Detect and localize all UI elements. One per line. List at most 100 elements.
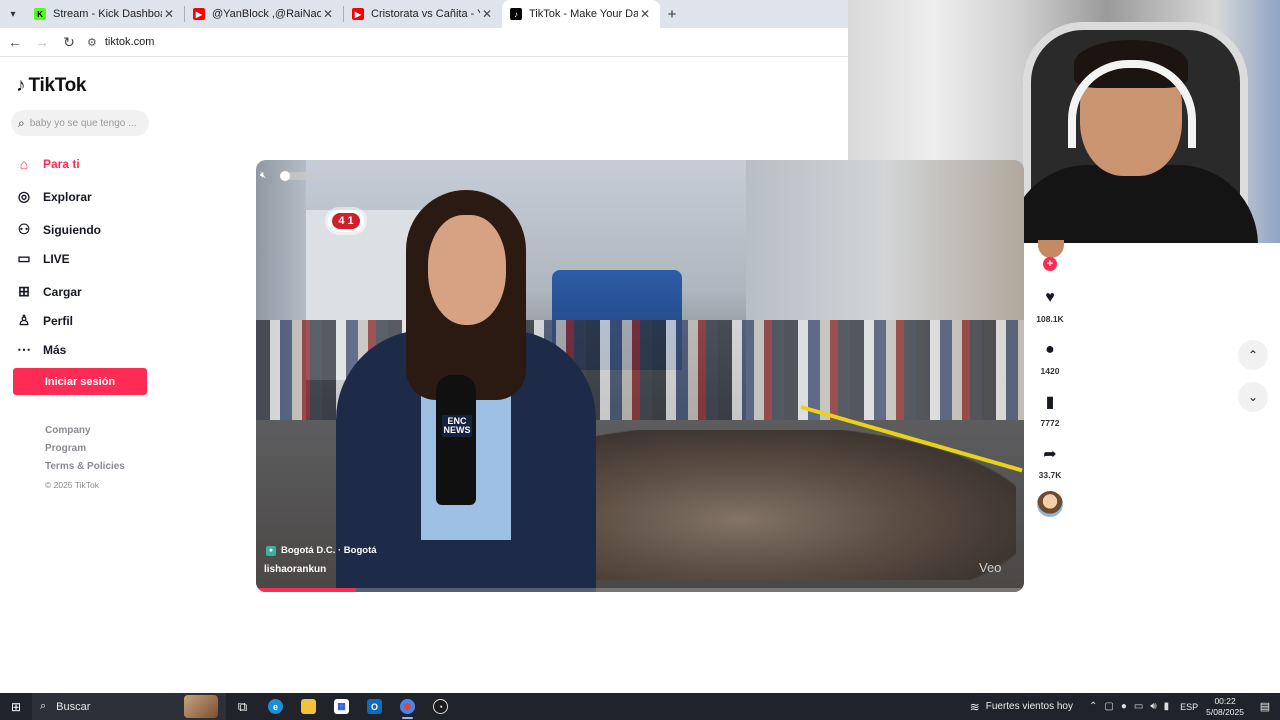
- taskbar-clock[interactable]: 00:22 5/08/2025: [1206, 696, 1244, 718]
- windows-taskbar: ⊞ ⌕ Buscar ⧉ e ▦ O ◔ ≋ Fuertes vientos h…: [0, 693, 1280, 720]
- chevron-up-icon[interactable]: ⌃: [1238, 340, 1268, 370]
- store-icon[interactable]: ▦: [325, 693, 358, 720]
- search-icon: ⌕: [40, 700, 47, 712]
- notification-icon[interactable]: ▤: [1254, 700, 1276, 713]
- share-count: 33.7K: [1038, 470, 1062, 480]
- forward-arrow-icon[interactable]: →: [30, 30, 54, 54]
- search-highlight-image: [184, 695, 218, 718]
- sidebar-item-explorar[interactable]: ◎ Explorar: [16, 181, 101, 212]
- search-input[interactable]: ⌕ baby yo se que tengo ...: [11, 110, 149, 136]
- tiktok-favicon-icon: ♪: [510, 8, 522, 20]
- volume-slider[interactable]: [280, 170, 316, 181]
- following-icon: ⚇: [17, 221, 31, 237]
- address-bar[interactable]: ⚙ tiktok.com: [87, 31, 840, 53]
- channel-logo: 4 1: [328, 210, 364, 232]
- task-view-icon[interactable]: ⧉: [226, 693, 259, 720]
- clock-time: 00:22: [1214, 695, 1236, 706]
- like-count: 108.1K: [1036, 314, 1064, 324]
- search-icon: ⌕: [18, 115, 25, 130]
- footer-links: Company Program Terms & Policies © 2025 …: [45, 422, 125, 494]
- file-explorer-icon[interactable]: [292, 693, 325, 720]
- reload-icon[interactable]: ↻: [57, 30, 81, 54]
- footer-link-terms[interactable]: Terms & Policies: [45, 458, 125, 476]
- share-icon[interactable]: ➦: [1038, 442, 1062, 466]
- heart-icon[interactable]: ♥: [1038, 286, 1062, 310]
- follow-plus-icon[interactable]: +: [1043, 257, 1057, 271]
- creator-avatar[interactable]: [1038, 240, 1064, 258]
- sidebar-item-label: Perfil: [43, 313, 74, 328]
- video-progress-bar[interactable]: [256, 588, 1024, 592]
- youtube-favicon-icon: ▶: [352, 8, 364, 20]
- close-tab-icon[interactable]: ✕: [480, 7, 494, 21]
- footer-link-program[interactable]: Program: [45, 440, 125, 458]
- site-info-icon[interactable]: ⚙: [87, 36, 97, 49]
- share-action[interactable]: ➦ 33.7K: [1030, 442, 1070, 480]
- volume-control[interactable]: 🔇︎: [260, 170, 316, 181]
- sidebar-item-mas[interactable]: ⋯ Más: [16, 334, 101, 365]
- login-button[interactable]: Iniciar sesión: [13, 368, 147, 395]
- chrome-logo: [400, 699, 415, 714]
- weather-widget[interactable]: ≋ Fuertes vientos hoy: [970, 700, 1073, 714]
- sidebar-item-label: Para ti: [43, 156, 80, 171]
- location-tag[interactable]: ● Bogotá D.C. · Bogotá: [266, 545, 377, 556]
- tiktok-logo[interactable]: ♪ TikTok: [16, 75, 86, 97]
- edge-icon[interactable]: e: [259, 693, 292, 720]
- mute-icon[interactable]: 🔇︎: [260, 170, 282, 181]
- search-placeholder: baby yo se que tengo ...: [29, 117, 137, 129]
- tiktok-note-icon: ♪: [16, 75, 26, 96]
- save-action[interactable]: ▮ 7772: [1030, 390, 1070, 428]
- tray-app-icon[interactable]: ▢: [1104, 701, 1113, 712]
- chevron-down-icon[interactable]: ⌄: [1238, 382, 1268, 412]
- tab-title: Cristorata vs Cañita - YouTube: [371, 8, 480, 20]
- reporter-face: [428, 215, 506, 325]
- tab-youtube-cristorata[interactable]: ▶ Cristorata vs Cañita - YouTube ✕: [344, 0, 502, 28]
- reporter-microphone: [436, 375, 476, 505]
- tab-search-chevron-icon[interactable]: ▾: [0, 0, 26, 28]
- tab-kick-dashboard[interactable]: K Stream - Kick Dashboard ✕: [26, 0, 184, 28]
- bookmark-icon[interactable]: ▮: [1038, 390, 1062, 414]
- sidebar-item-siguiendo[interactable]: ⚇ Siguiendo: [16, 214, 101, 245]
- clock-date: 5/08/2025: [1206, 706, 1244, 717]
- new-tab-plus-icon[interactable]: +: [660, 0, 684, 28]
- video-watermark: Veo: [979, 560, 1002, 575]
- weather-text: Fuertes vientos hoy: [985, 701, 1073, 712]
- sidebar-item-para-ti[interactable]: ⌂ Para ti: [16, 148, 101, 179]
- sidebar-item-cargar[interactable]: ⊞ Cargar: [16, 276, 101, 307]
- outlook-icon[interactable]: O: [358, 693, 391, 720]
- outlook-logo: O: [367, 699, 382, 714]
- microphone-icon[interactable]: ●: [1121, 701, 1127, 712]
- tab-title: TikTok - Make Your Day: [529, 8, 638, 20]
- action-rail: + ♥ 108.1K ● 1420 ▮ 7772 ➦ 33.7K: [1030, 240, 1070, 530]
- close-tab-icon[interactable]: ✕: [162, 7, 176, 21]
- battery-icon[interactable]: ▮: [1164, 701, 1170, 712]
- network-icon[interactable]: ▭: [1134, 701, 1143, 712]
- back-arrow-icon[interactable]: ←: [3, 30, 27, 54]
- volume-icon[interactable]: 🔊︎: [1150, 701, 1156, 712]
- comment-icon[interactable]: ●: [1038, 338, 1062, 362]
- taskbar-search-label: Buscar: [56, 700, 91, 713]
- video-scene-reporter: ENC NEWS: [336, 190, 596, 592]
- chrome-icon[interactable]: [391, 693, 424, 720]
- video-player[interactable]: ENC NEWS 4 1 🔇︎ ● Bogotá D.C. · Bogotá l…: [256, 160, 1024, 592]
- like-action[interactable]: ♥ 108.1K: [1030, 286, 1070, 324]
- location-text: Bogotá D.C. · Bogotá: [281, 545, 377, 556]
- sound-avatar[interactable]: [1037, 491, 1063, 517]
- sidebar-item-live[interactable]: ▭ LIVE: [16, 243, 101, 274]
- comment-action[interactable]: ● 1420: [1030, 338, 1070, 376]
- video-author[interactable]: lishaorankun: [264, 564, 326, 575]
- video-nav-arrows: ⌃ ⌄: [1238, 340, 1268, 424]
- tab-tiktok[interactable]: ♪ TikTok - Make Your Day ✕: [502, 0, 660, 28]
- sidebar-item-label: Cargar: [43, 284, 82, 299]
- close-tab-icon[interactable]: ✕: [638, 7, 652, 21]
- close-tab-icon[interactable]: ✕: [321, 7, 335, 21]
- chevron-up-icon[interactable]: ⌃: [1089, 701, 1097, 712]
- tab-youtube-yanblock[interactable]: ▶ @YanBlock ,@RaiNao ,@slowja ✕: [185, 0, 343, 28]
- tab-title: @YanBlock ,@RaiNao ,@slowja: [212, 8, 321, 20]
- sidebar-item-perfil[interactable]: ♙ Perfil: [16, 305, 101, 336]
- taskbar-search[interactable]: ⌕ Buscar: [32, 693, 226, 720]
- windows-start-icon[interactable]: ⊞: [0, 693, 32, 720]
- obs-icon[interactable]: ◔: [424, 693, 457, 720]
- language-indicator[interactable]: ESP: [1180, 702, 1198, 712]
- footer-link-company[interactable]: Company: [45, 422, 125, 440]
- channel-logo-text: 4 1: [332, 213, 360, 229]
